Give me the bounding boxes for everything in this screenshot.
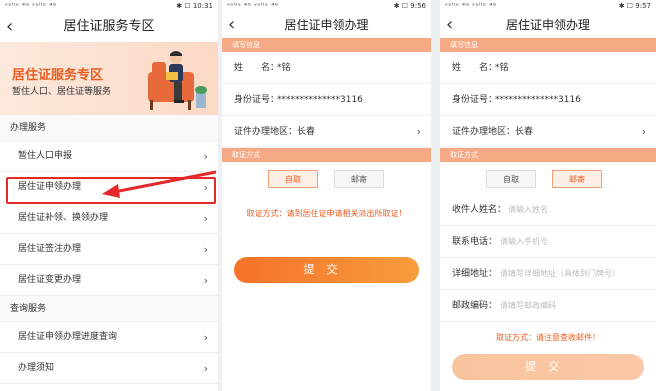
- reading-person-illustration: [148, 51, 207, 110]
- signal-icons: ᵛᵒˡᵗᵉ ⁴ᴳ ᵛᵒˡᵗᵉ ⁴ᴳ: [445, 2, 497, 10]
- page-title: 居住证申领办理: [505, 18, 590, 32]
- section-bar-pickup: 取证方式: [222, 148, 431, 162]
- phone-label: 联系电话：: [452, 237, 498, 247]
- list-item-label: 居住证申领办理进度查询: [18, 332, 118, 342]
- signal-icons: ᵛᵒˡᵗᵉ ⁴ᴳ ᵛᵒˡᵗᵉ ⁴ᴳ: [227, 2, 279, 10]
- back-icon[interactable]: ‹: [6, 12, 13, 42]
- self-pickup-option[interactable]: 自取: [268, 170, 318, 188]
- hero-title: 居住证服务专区: [12, 68, 104, 83]
- apply-screen-pickup: ᵛᵒˡᵗᵉ ⁴ᴳ ᵛᵒˡᵗᵉ ⁴ᴳ ✱ ☐ 9:56 ‹ 居住证申领办理 填写信…: [222, 0, 431, 391]
- section-title-query: 查询服务: [0, 296, 218, 322]
- list-item-label: 居住证变更办理: [18, 275, 82, 285]
- id-value: **************3116: [277, 95, 363, 105]
- id-row: 身份证号： **************3116: [440, 84, 656, 116]
- area-label: 证件办理地区：: [234, 127, 298, 137]
- submit-button[interactable]: 提交: [452, 354, 644, 380]
- back-icon[interactable]: ‹: [446, 12, 453, 38]
- chevron-right-icon: ›: [203, 274, 208, 287]
- list-item-temp-resident[interactable]: 暂住人口申报 ›: [0, 141, 218, 172]
- phone-input[interactable]: 请输入手机号: [500, 226, 548, 258]
- section-bar-pickup: 取证方式: [440, 148, 656, 162]
- list-item-label: 居住证补领、换领办理: [18, 213, 109, 223]
- chevron-right-icon: ›: [203, 150, 208, 163]
- list-item-label: 办理须知: [18, 363, 55, 373]
- pickup-toggle: 自取 邮寄: [222, 162, 431, 196]
- chevron-right-icon: ›: [641, 125, 646, 138]
- list-item-change[interactable]: 居住证变更办理 ›: [0, 265, 218, 296]
- red-arrow-icon: [102, 170, 217, 198]
- address-row: 详细地址： 请填写详细地址（具体到门牌号）: [440, 258, 656, 290]
- hero-subtitle: 暂住人口、居住证等服务: [12, 87, 112, 97]
- list-item-reissue[interactable]: 居住证补领、换领办理 ›: [0, 203, 218, 234]
- recipient-input[interactable]: 请输入姓名: [508, 194, 548, 226]
- self-pickup-option[interactable]: 自取: [486, 170, 536, 188]
- chevron-right-icon: ›: [416, 125, 421, 138]
- list-item-notice[interactable]: 办理须知 ›: [0, 353, 218, 384]
- address-label: 详细地址：: [452, 269, 498, 279]
- page-title: 居住证服务专区: [63, 19, 155, 34]
- name-label: 姓 名：: [452, 63, 498, 73]
- submit-button[interactable]: 提交: [234, 257, 419, 283]
- id-label: 身份证号：: [234, 95, 280, 105]
- name-value: *铭: [495, 63, 509, 73]
- status-bar: ᵛᵒˡᵗᵉ ⁴ᴳ ᵛᵒˡᵗᵉ ⁴ᴳ ✱ ☐ 10:31: [0, 0, 218, 12]
- area-label: 证件办理地区：: [452, 127, 516, 137]
- apply-screen-mail: ᵛᵒˡᵗᵉ ⁴ᴳ ᵛᵒˡᵗᵉ ⁴ᴳ ✱ ☐ 9:57 ‹ 居住证申领办理 填写信…: [440, 0, 656, 391]
- chevron-right-icon: ›: [203, 212, 208, 225]
- area-row[interactable]: 证件办理地区： 长春 ›: [222, 116, 431, 148]
- postcode-row: 邮政编码： 请填写邮政编码: [440, 290, 656, 322]
- status-bar: ᵛᵒˡᵗᵉ ⁴ᴳ ᵛᵒˡᵗᵉ ⁴ᴳ ✱ ☐ 9:57: [440, 0, 656, 12]
- postcode-input[interactable]: 请填写邮政编码: [500, 290, 556, 322]
- phone-row: 联系电话： 请输入手机号: [440, 226, 656, 258]
- recipient-row: 收件人姓名： 请输入姓名: [440, 194, 656, 226]
- status-bar: ᵛᵒˡᵗᵉ ⁴ᴳ ᵛᵒˡᵗᵉ ⁴ᴳ ✱ ☐ 9:56: [222, 0, 431, 12]
- list-item-label: 居住证签注办理: [18, 244, 82, 254]
- mail-notice: 取证方式：请注意查收邮件！: [496, 333, 600, 342]
- service-zone-screen: ᵛᵒˡᵗᵉ ⁴ᴳ ᵛᵒˡᵗᵉ ⁴ᴳ ✱ ☐ 10:31 ‹ 居住证服务专区 居住…: [0, 0, 218, 391]
- name-value: *铭: [277, 63, 291, 73]
- id-row: 身份证号： **************3116: [222, 84, 431, 116]
- nav-bar: ‹ 居住证服务专区: [0, 12, 218, 42]
- back-icon[interactable]: ‹: [228, 12, 235, 38]
- list-item-label: 暂住人口申报: [18, 151, 73, 161]
- area-value: 长春: [297, 127, 316, 137]
- mail-option[interactable]: 邮寄: [334, 170, 384, 188]
- section-bar-fill-info: 填写信息: [222, 38, 431, 52]
- area-row[interactable]: 证件办理地区： 长春 ›: [440, 116, 656, 148]
- hero-banner: 居住证服务专区 暂住人口、居住证等服务: [0, 42, 218, 115]
- chevron-right-icon: ›: [203, 243, 208, 256]
- nav-bar: ‹ 居住证申领办理: [222, 12, 431, 38]
- signal-icons: ᵛᵒˡᵗᵉ ⁴ᴳ ᵛᵒˡᵗᵉ ⁴ᴳ: [5, 2, 57, 10]
- screenshot-collage: ᵛᵒˡᵗᵉ ⁴ᴳ ᵛᵒˡᵗᵉ ⁴ᴳ ✱ ☐ 10:31 ‹ 居住证服务专区 居住…: [0, 0, 656, 391]
- chevron-right-icon: ›: [203, 362, 208, 375]
- status-time: ✱ ☐ 10:31: [176, 2, 213, 10]
- pickup-notice: 取证方式：请到居住证申请相关派出所取证！: [246, 209, 407, 218]
- pickup-toggle: 自取 邮寄: [440, 162, 656, 194]
- section-bar-fill-info: 填写信息: [440, 38, 656, 52]
- list-item-progress-query[interactable]: 居住证申领办理进度查询 ›: [0, 322, 218, 353]
- area-value: 长春: [515, 127, 534, 137]
- postcode-label: 邮政编码：: [452, 301, 498, 311]
- chevron-right-icon: ›: [203, 331, 208, 344]
- recipient-label: 收件人姓名：: [452, 205, 507, 215]
- section-title-services: 办理服务: [0, 115, 218, 141]
- status-time: ✱ ☐ 9:57: [618, 2, 651, 10]
- nav-bar: ‹ 居住证申领办理: [440, 12, 656, 38]
- page-title: 居住证申领办理: [284, 18, 369, 32]
- mail-option[interactable]: 邮寄: [552, 170, 602, 188]
- name-row: 姓 名： *铭: [222, 52, 431, 84]
- address-input[interactable]: 请填写详细地址（具体到门牌号）: [500, 258, 620, 290]
- list-item-endorsement[interactable]: 居住证签注办理 ›: [0, 234, 218, 265]
- name-label: 姓 名：: [234, 63, 280, 73]
- id-value: **************3116: [495, 95, 581, 105]
- status-time: ✱ ☐ 9:56: [393, 2, 426, 10]
- id-label: 身份证号：: [452, 95, 498, 105]
- name-row: 姓 名： *铭: [440, 52, 656, 84]
